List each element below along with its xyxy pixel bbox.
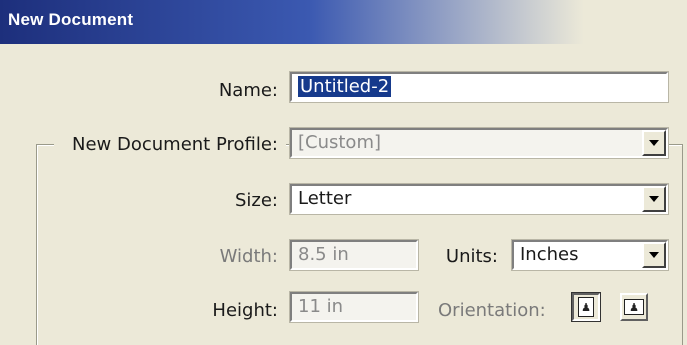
profile-label: New Document Profile: xyxy=(72,134,278,155)
units-select[interactable]: Inches xyxy=(511,239,669,271)
dialog-title: New Document xyxy=(8,10,134,29)
chevron-down-icon xyxy=(649,252,659,258)
dialog-body: Name: Untitled-2 New Document Profile: [… xyxy=(0,44,687,345)
name-label: Name: xyxy=(218,80,278,101)
chevron-down-icon xyxy=(649,140,659,146)
orientation-label: Orientation: xyxy=(438,300,546,321)
name-input[interactable]: Untitled-2 xyxy=(289,71,669,103)
size-select[interactable]: Letter xyxy=(289,183,669,215)
title-bar: New Document xyxy=(0,0,687,44)
landscape-orientation-button[interactable]: ♟ xyxy=(620,293,648,321)
width-input-value: 8.5 in xyxy=(298,244,349,265)
profile-select[interactable]: [Custom] xyxy=(289,127,669,159)
profile-dropdown-button[interactable] xyxy=(642,130,666,156)
profile-select-value: [Custom] xyxy=(298,132,382,153)
portrait-orientation-button[interactable]: ♟ xyxy=(571,292,601,322)
size-select-value: Letter xyxy=(298,188,352,209)
chevron-down-icon xyxy=(649,196,659,202)
portrait-icon: ♟ xyxy=(578,297,594,317)
landscape-icon: ♟ xyxy=(624,299,644,315)
units-label: Units: xyxy=(445,246,498,267)
height-label: Height: xyxy=(212,300,278,321)
size-dropdown-button[interactable] xyxy=(642,186,666,212)
units-select-value: Inches xyxy=(520,244,579,265)
size-label: Size: xyxy=(234,190,278,211)
height-input[interactable]: 11 in xyxy=(289,291,419,323)
width-label: Width: xyxy=(219,246,278,267)
name-input-value: Untitled-2 xyxy=(298,76,392,97)
units-dropdown-button[interactable] xyxy=(642,242,666,268)
width-input[interactable]: 8.5 in xyxy=(289,239,419,271)
height-input-value: 11 in xyxy=(298,296,344,317)
